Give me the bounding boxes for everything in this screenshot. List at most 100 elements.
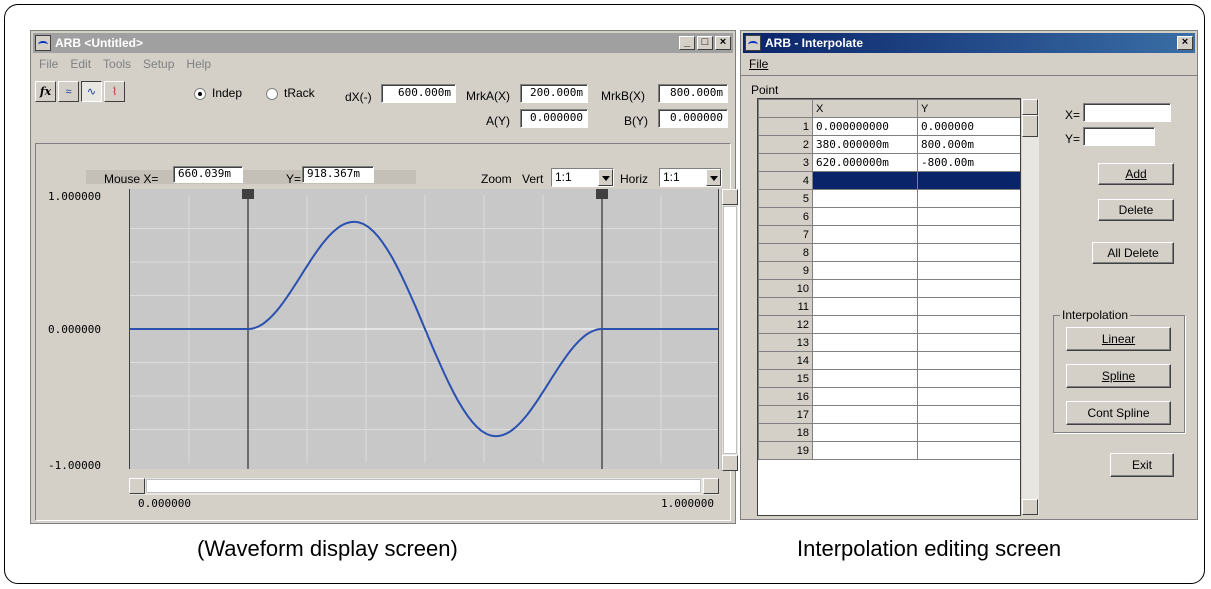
dx-value[interactable]: 600.000m (381, 84, 456, 103)
table-row[interactable]: 18 (758, 423, 1020, 442)
y-cell[interactable] (917, 351, 1020, 370)
x-cell[interactable]: 620.000000m (812, 153, 918, 172)
table-row[interactable]: 5 (758, 189, 1020, 208)
y-cell[interactable] (917, 315, 1020, 334)
x-cell[interactable] (812, 405, 918, 424)
x-cell[interactable] (812, 387, 918, 406)
maximize-button[interactable]: □ (697, 36, 713, 50)
table-row[interactable]: 14 (758, 351, 1020, 370)
table-row[interactable]: 12 (758, 315, 1020, 334)
interpolate-titlebar[interactable]: ARB - Interpolate × (743, 33, 1195, 53)
scroll-down-button[interactable] (722, 455, 738, 471)
x-cell[interactable] (812, 189, 918, 208)
table-row[interactable]: 7 (758, 225, 1020, 244)
add-button[interactable]: Add (1098, 163, 1174, 185)
track-radio[interactable] (266, 88, 278, 100)
table-row[interactable]: 4 (758, 171, 1020, 190)
menu-help[interactable]: Help (186, 57, 211, 71)
indep-radio[interactable] (194, 88, 206, 100)
scroll-up-button[interactable] (1022, 99, 1038, 115)
table-row[interactable]: 15 (758, 369, 1020, 388)
point-grid[interactable]: X Y 1 0.000000000 0.000000 2 380.000000m 800.… (757, 98, 1021, 516)
linear-button[interactable]: Linear (1066, 327, 1171, 351)
y-cell[interactable] (917, 297, 1020, 316)
table-row[interactable]: 9 (758, 261, 1020, 280)
horiz-zoom-select[interactable]: 1:1 (659, 168, 722, 187)
waveform-titlebar[interactable]: ARB <Untitled> _ □ × (33, 33, 733, 53)
table-row[interactable]: 11 (758, 297, 1020, 316)
scroll-thumb[interactable] (723, 206, 737, 454)
menu-tools[interactable]: Tools (103, 57, 131, 71)
y-cell[interactable] (917, 261, 1020, 280)
mrkb-value[interactable]: 800.000m (658, 84, 728, 103)
x-cell[interactable] (812, 351, 918, 370)
x-input[interactable] (1083, 103, 1171, 122)
y-cell[interactable] (917, 171, 1020, 190)
y-cell[interactable]: 0.000000 (917, 117, 1020, 136)
table-row[interactable]: 16 (758, 387, 1020, 406)
minimize-button[interactable]: _ (679, 36, 695, 50)
close-button[interactable]: × (1177, 36, 1193, 50)
wave-edit-icon[interactable]: ≈ (58, 81, 79, 102)
wave-marker-icon[interactable]: ⌇ (104, 81, 125, 102)
mrka-value[interactable]: 200.000m (520, 84, 588, 103)
table-row[interactable]: 3 620.000000m -800.00m (758, 153, 1020, 172)
horizontal-scrollbar[interactable] (129, 478, 719, 495)
scroll-right-button[interactable] (703, 478, 719, 494)
y-cell[interactable]: -800.00m (917, 153, 1020, 172)
y-cell[interactable] (917, 405, 1020, 424)
close-button[interactable]: × (715, 36, 731, 50)
y-cell[interactable] (917, 333, 1020, 352)
y-cell[interactable] (917, 189, 1020, 208)
y-input[interactable] (1083, 127, 1155, 146)
x-cell[interactable] (812, 369, 918, 388)
y-cell[interactable] (917, 243, 1020, 262)
vertical-scrollbar[interactable] (721, 189, 738, 471)
hscroll-thumb[interactable] (146, 479, 701, 493)
x-cell[interactable] (812, 279, 918, 298)
x-cell[interactable] (812, 207, 918, 226)
x-cell[interactable] (812, 315, 918, 334)
x-cell[interactable] (812, 423, 918, 442)
menu-edit[interactable]: Edit (70, 57, 91, 71)
menu-file[interactable]: File (749, 57, 768, 71)
x-cell[interactable] (812, 171, 918, 190)
chevron-down-icon[interactable] (706, 169, 721, 186)
x-cell[interactable]: 0.000000000 (812, 117, 918, 136)
x-cell[interactable] (812, 225, 918, 244)
table-row[interactable]: 2 380.000000m 800.000m (758, 135, 1020, 154)
table-row[interactable]: 10 (758, 279, 1020, 298)
scroll-down-button[interactable] (1022, 499, 1038, 515)
vert-zoom-select[interactable]: 1:1 (551, 168, 614, 187)
delete-button[interactable]: Delete (1098, 199, 1174, 221)
table-row[interactable]: 17 (758, 405, 1020, 424)
table-row[interactable]: 13 (758, 333, 1020, 352)
x-cell[interactable] (812, 297, 918, 316)
table-row[interactable]: 1 0.000000000 0.000000 (758, 117, 1020, 136)
exit-button[interactable]: Exit (1110, 453, 1174, 477)
y-cell[interactable] (917, 387, 1020, 406)
y-cell[interactable] (917, 279, 1020, 298)
y-cell[interactable] (917, 207, 1020, 226)
waveform-plot[interactable] (129, 189, 719, 469)
table-row[interactable]: 19 (758, 441, 1020, 460)
y-cell[interactable] (917, 441, 1020, 460)
chevron-down-icon[interactable] (598, 169, 613, 186)
table-row[interactable]: 8 (758, 243, 1020, 262)
menu-setup[interactable]: Setup (143, 57, 174, 71)
x-cell[interactable] (812, 441, 918, 460)
all-delete-button[interactable]: All Delete (1092, 242, 1174, 264)
scroll-left-button[interactable] (129, 478, 145, 494)
wave-view-icon[interactable]: ∿ (81, 81, 102, 102)
x-cell[interactable]: 380.000000m (812, 135, 918, 154)
y-cell[interactable] (917, 423, 1020, 442)
grid-scrollbar[interactable] (1022, 99, 1039, 515)
menu-file[interactable]: File (39, 57, 58, 71)
y-cell[interactable]: 800.000m (917, 135, 1020, 154)
cont-spline-button[interactable]: Cont Spline (1066, 401, 1171, 425)
y-cell[interactable] (917, 369, 1020, 388)
x-cell[interactable] (812, 333, 918, 352)
y-cell[interactable] (917, 225, 1020, 244)
function-icon[interactable]: fx (35, 81, 56, 102)
table-row[interactable]: 6 (758, 207, 1020, 226)
